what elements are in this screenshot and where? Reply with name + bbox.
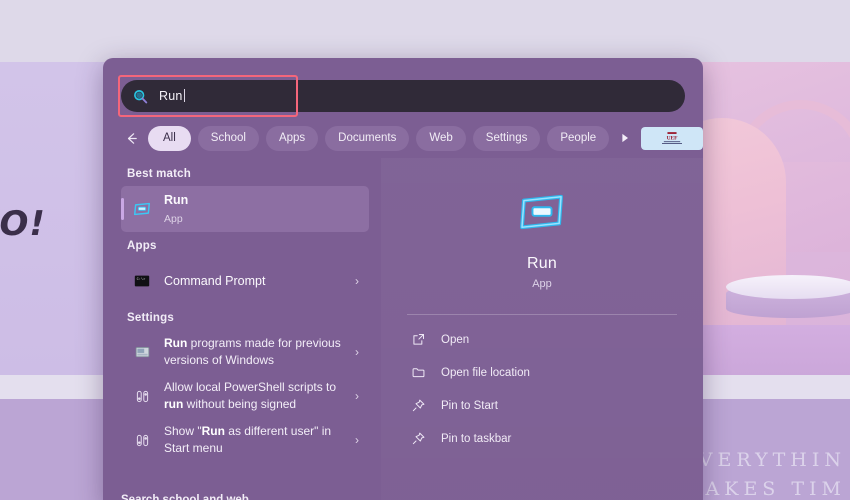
settings-toggle-icon [131,432,153,449]
pin-icon [407,398,429,413]
detail-hero: Run App [381,158,703,290]
action-pin-to-taskbar[interactable]: Pin to taskbar [407,426,677,451]
section-header-best-match: Best match [127,168,191,180]
result-title: Run [164,193,189,207]
section-header-settings: Settings [127,312,174,324]
setting-rest: Allow local PowerShell scripts to [164,380,337,394]
wallpaper-band-top [0,0,850,62]
svg-text:UEF: UEF [667,135,679,141]
result-subtitle: App [164,213,183,225]
tab-all[interactable]: All [148,125,191,151]
tab-label: All [163,132,176,144]
settings-toggle-icon [131,388,153,405]
detail-preview-panel: Run App Open Open file location Pin to S… [381,158,703,500]
tab-label: School [210,132,246,144]
search-results-body: Best match Run App Apps C:\> Command Pro… [103,158,703,500]
wallpaper-quote: EVERYTHIN TAKES TIM [680,446,846,500]
tab-school[interactable]: School [197,125,259,151]
action-open-file-location[interactable]: Open file location [407,360,677,385]
folder-icon [407,365,429,380]
wallpaper-hello-text: LO! [0,204,46,244]
detail-action-list: Open Open file location Pin to Start Pin… [381,327,703,451]
detail-title: Run [527,255,557,272]
wallpaper-quote-line1: EVERYTHIN [679,449,846,471]
search-results-list: Best match Run App Apps C:\> Command Pro… [103,158,381,500]
setting-row-powershell[interactable]: Allow local PowerShell scripts to run wi… [121,374,369,418]
chevron-right-icon: › [355,433,359,447]
action-label: Open [441,333,470,346]
play-arrow-icon[interactable] [616,129,634,147]
pin-icon [407,431,429,446]
back-arrow-icon[interactable] [121,128,141,148]
search-filter-tabs: All School Apps Documents Web Settings P… [121,124,703,152]
svg-text:C:\>: C:\> [137,277,146,282]
detail-subtitle: App [532,278,552,290]
setting-label: Show "Run as different user" in Start me… [164,423,349,457]
result-row-command-prompt[interactable]: C:\> Command Prompt › [121,258,369,304]
selection-indicator [121,198,124,220]
search-icon [133,89,148,104]
result-row-run[interactable]: Run App [121,186,369,232]
tab-label: Apps [278,132,306,144]
setting-keyword: Run [164,336,188,350]
search-input-value: Run [159,89,183,103]
action-open[interactable]: Open [407,327,677,352]
setting-rest: Show " [164,424,202,438]
search-bar[interactable]: Run [121,80,685,112]
detail-divider [407,314,677,315]
tab-settings[interactable]: Settings [472,125,541,151]
tab-people[interactable]: People [547,125,610,151]
text-caret [183,89,185,102]
chevron-right-icon: › [355,345,359,359]
tab-label: Documents [338,132,397,144]
tab-label: Settings [485,132,528,144]
run-app-icon [131,199,153,219]
setting-keyword: run [164,397,184,411]
compatibility-monitor-icon [131,344,153,361]
setting-label: Run programs made for previous versions … [164,335,349,369]
action-label: Pin to Start [441,399,498,412]
wallpaper-podium-top [726,275,850,299]
setting-rest: without being signed [183,397,297,411]
start-menu-search-panel: Run All School Apps Documents Web Settin… [103,58,703,500]
setting-rest: programs made for previous versions of W… [164,336,341,367]
chevron-right-icon: › [355,389,359,403]
result-title: Command Prompt [164,274,266,288]
setting-label: Allow local PowerShell scripts to run wi… [164,379,349,413]
search-input[interactable]: Run [121,80,685,112]
tab-label: People [560,132,597,144]
action-label: Pin to taskbar [441,432,512,445]
setting-row-different-user[interactable]: Show "Run as different user" in Start me… [121,418,369,462]
tab-web[interactable]: Web [416,125,466,151]
section-header-search-school-and-web: Search school and web [121,494,249,500]
tab-apps[interactable]: Apps [265,125,319,151]
wallpaper-quote-line2: TAKES TIM [688,478,846,500]
open-external-icon [407,332,429,347]
tab-label: Web [429,132,453,144]
section-header-apps: Apps [127,240,157,252]
organization-logo-icon[interactable]: UEF [641,126,703,150]
tab-documents[interactable]: Documents [325,125,410,151]
command-prompt-icon: C:\> [131,272,153,290]
setting-keyword: Run [201,424,225,438]
action-label: Open file location [441,366,530,379]
setting-row-compatibility[interactable]: Run programs made for previous versions … [121,330,369,374]
action-pin-to-start[interactable]: Pin to Start [407,393,677,418]
chevron-right-icon: › [355,274,359,288]
run-app-icon-large [516,194,568,236]
